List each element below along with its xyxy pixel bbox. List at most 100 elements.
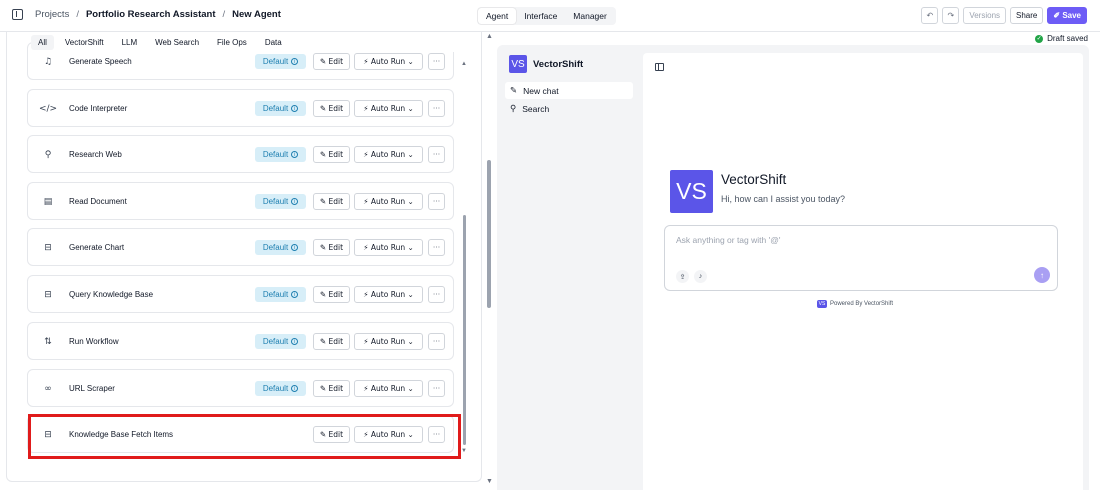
auto-run-dropdown[interactable]: ⚡ Auto Run ⌄ [354, 100, 423, 117]
badge-label: Default [262, 57, 289, 66]
filter-llm[interactable]: LLM [115, 35, 145, 50]
tools-scrollbar[interactable] [463, 215, 466, 445]
tool-row[interactable]: ∞ URL Scraper Default i ✎ Edit ⚡ Auto Run ⌄ ··… [27, 369, 454, 407]
new-chat-label: New chat [523, 85, 559, 96]
tab-interface[interactable]: Interface [516, 8, 565, 24]
auto-run-dropdown[interactable]: ⚡ Auto Run ⌄ [354, 239, 423, 256]
tab-agent[interactable]: Agent [478, 8, 517, 24]
upload-icon[interactable]: ⇪ [676, 270, 689, 283]
badge-label: Default [262, 290, 289, 299]
tool-name: Research Web [69, 150, 122, 159]
tool-name: Code Interpreter [69, 104, 128, 113]
top-bar: Projects / Portfolio Research Assistant … [0, 0, 1100, 32]
tool-name: Query Knowledge Base [69, 290, 154, 299]
chat-input[interactable]: Ask anything or tag with '@' ⇪ ♪ ↑ [664, 225, 1058, 291]
code-icon: </> [38, 104, 58, 114]
more-options-button[interactable]: ··· [428, 380, 445, 397]
tab-manager[interactable]: Manager [565, 8, 615, 24]
default-badge: Default i [255, 54, 306, 69]
badge-label: Default [262, 243, 289, 252]
auto-run-dropdown[interactable]: ⚡ Auto Run ⌄ [354, 193, 423, 210]
edit-button[interactable]: ✎ Edit [313, 193, 350, 210]
more-options-button[interactable]: ··· [428, 146, 445, 163]
breadcrumb-projects[interactable]: Projects [35, 9, 69, 20]
edit-button[interactable]: ✎ Edit [313, 239, 350, 256]
main-scrollbar[interactable] [487, 160, 491, 308]
more-options-button[interactable]: ··· [428, 53, 445, 70]
save-button[interactable]: ✐ Save [1047, 7, 1087, 24]
edit-button[interactable]: ✎ Edit [313, 146, 350, 163]
toolbar: ↶ ↷ Versions Share ✐ Save [921, 7, 1087, 24]
info-icon[interactable]: i [291, 338, 299, 345]
workflow-icon: ⇅ [44, 337, 52, 347]
powered-by-label: Powered By VectorShift [830, 301, 894, 307]
breadcrumb-separator: / [222, 9, 226, 20]
scroll-down-arrow-icon[interactable]: ▼ [461, 448, 467, 454]
info-icon[interactable]: i [291, 58, 299, 65]
edit-button[interactable]: ✎ Edit [313, 286, 350, 303]
chat-brand-name: VectorShift [533, 58, 584, 70]
search-label: Search [522, 103, 550, 114]
search-icon: ⚲ [510, 103, 517, 113]
greeting-title: VectorShift [721, 172, 787, 187]
search-chats-button[interactable]: ⚲ Search [505, 100, 633, 117]
undo-button[interactable]: ↶ [921, 7, 939, 24]
more-options-button[interactable]: ··· [428, 100, 445, 117]
filter-web-search[interactable]: Web Search [148, 35, 206, 50]
auto-run-dropdown[interactable]: ⚡ Auto Run ⌄ [354, 146, 423, 163]
main-scroll-down-icon[interactable]: ▼ [486, 478, 493, 485]
more-options-button[interactable]: ··· [428, 193, 445, 210]
edit-button[interactable]: ✎ Edit [313, 333, 350, 350]
chat-preview-panel: VS VectorShift ✎ New chat ⚲ Search VS Ve… [497, 45, 1089, 490]
info-icon[interactable]: i [291, 244, 299, 251]
chat-input-placeholder: Ask anything or tag with '@' [676, 235, 781, 245]
chart-box-icon: ⊟ [44, 243, 52, 253]
tool-row[interactable]: ▤ Read Document Default i ✎ Edit ⚡ Auto Run ⌄… [27, 182, 454, 220]
info-icon[interactable]: i [291, 385, 299, 392]
info-icon[interactable]: i [291, 105, 299, 112]
info-icon[interactable]: i [291, 151, 299, 158]
tool-row[interactable]: ⊟ Query Knowledge Base Default i ✎ Edit ⚡ Aut… [27, 275, 454, 313]
versions-button[interactable]: Versions [963, 7, 1007, 24]
share-button[interactable]: Share [1010, 7, 1044, 24]
info-icon[interactable]: i [291, 291, 299, 298]
auto-run-dropdown[interactable]: ⚡ Auto Run ⌄ [354, 380, 423, 397]
edit-button[interactable]: ✎ Edit [313, 380, 350, 397]
filter-all[interactable]: All [31, 34, 54, 50]
new-chat-button[interactable]: ✎ New chat [505, 82, 633, 99]
chat-main: VS VectorShift Hi, how can I assist you … [643, 53, 1083, 490]
filter-vectorshift[interactable]: VectorShift [58, 35, 111, 50]
scroll-up-arrow-icon[interactable]: ▲ [461, 61, 467, 67]
powered-by: VS Powered By VectorShift [817, 300, 893, 308]
send-button[interactable]: ↑ [1034, 267, 1050, 283]
knowledge-base-icon: ⊟ [44, 290, 52, 300]
sidebar-toggle-icon[interactable] [12, 9, 23, 20]
badge-label: Default [262, 197, 289, 206]
redo-button[interactable]: ↷ [942, 7, 960, 24]
edit-button[interactable]: ✎ Edit [313, 53, 350, 70]
auto-run-dropdown[interactable]: ⚡ Auto Run ⌄ [354, 333, 423, 350]
link-icon: ∞ [44, 384, 52, 394]
vectorshift-logo: VS [817, 300, 827, 308]
sidebar-toggle-icon[interactable] [655, 63, 664, 71]
edit-button[interactable]: ✎ Edit [313, 100, 350, 117]
filter-file-ops[interactable]: File Ops [210, 35, 254, 50]
default-badge: Default i [255, 194, 306, 209]
tool-row[interactable]: </> Code Interpreter Default i ✎ Edit ⚡ Auto … [27, 89, 454, 127]
breadcrumb-folder[interactable]: Portfolio Research Assistant [86, 9, 216, 20]
auto-run-dropdown[interactable]: ⚡ Auto Run ⌄ [354, 53, 423, 70]
default-badge: Default i [255, 287, 306, 302]
more-options-button[interactable]: ··· [428, 286, 445, 303]
auto-run-dropdown[interactable]: ⚡ Auto Run ⌄ [354, 286, 423, 303]
draft-status: ✓ Draft saved [1035, 34, 1088, 43]
tool-row[interactable]: ⇅ Run Workflow Default i ✎ Edit ⚡ Auto Run ⌄ ·… [27, 322, 454, 360]
info-icon[interactable]: i [291, 198, 299, 205]
tool-row[interactable]: ⚲ Research Web Default i ✎ Edit ⚡ Auto Run ⌄ ·… [27, 135, 454, 173]
microphone-icon[interactable]: ♪ [694, 270, 707, 283]
tool-row[interactable]: ⊟ Generate Chart Default i ✎ Edit ⚡ Auto Run … [27, 228, 454, 266]
more-options-button[interactable]: ··· [428, 333, 445, 350]
main-scroll-up-icon[interactable]: ▲ [486, 33, 493, 40]
badge-label: Default [262, 337, 289, 346]
filter-data[interactable]: Data [258, 35, 289, 50]
more-options-button[interactable]: ··· [428, 239, 445, 256]
